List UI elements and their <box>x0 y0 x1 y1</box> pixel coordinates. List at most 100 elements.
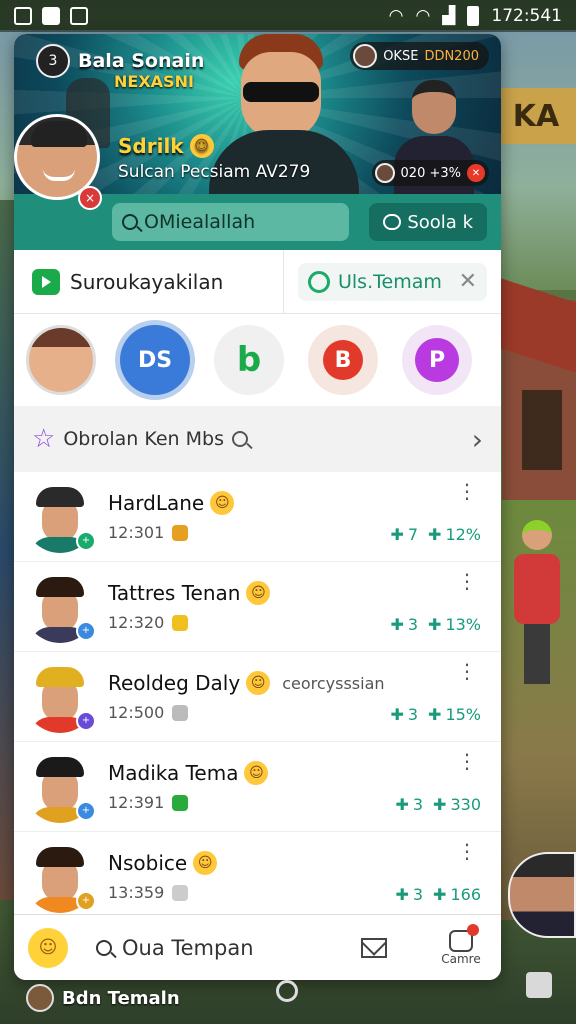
more-options-icon[interactable]: ⋮ <box>457 481 477 501</box>
more-options-icon[interactable]: ⋮ <box>457 841 477 861</box>
stat-percent: 330 <box>450 795 481 814</box>
chat-time: 13:359 <box>108 883 165 902</box>
tab-uls-temam[interactable]: Uls.Temam ✕ <box>298 262 487 301</box>
story-red-b[interactable]: B <box>308 325 378 395</box>
story-avatar-photo[interactable] <box>26 325 96 395</box>
image-icon <box>42 7 60 25</box>
puzzle-icon[interactable] <box>526 972 552 998</box>
mail-icon[interactable] <box>361 937 387 958</box>
chat-app-panel: 3 Bala Sonain NEXASNI OKSE DDN200 Sdrilk… <box>14 34 501 980</box>
chat-avatar[interactable]: + <box>24 841 96 913</box>
banner-caption: Sulcan Pecsiam AV279 <box>118 162 311 182</box>
stat-percent: 166 <box>450 885 481 904</box>
social-button[interactable]: Soola k <box>369 203 487 241</box>
more-options-icon[interactable]: ⋮ <box>457 751 477 771</box>
background-house <box>492 275 576 500</box>
chip-text: OKSE <box>383 48 419 64</box>
reaction-icon <box>172 884 189 901</box>
more-options-icon[interactable]: ⋮ <box>457 571 477 591</box>
stories-row: DS b B P <box>14 314 501 406</box>
wifi-secondary-icon: ◠ <box>415 6 431 26</box>
section-header[interactable]: ☆ Obrolan Ken Mbs › <box>14 406 501 472</box>
chat-avatar[interactable]: + <box>24 481 96 553</box>
thumb-icon: ✚ <box>428 525 442 544</box>
banner-small-avatar[interactable]: 3 <box>36 44 70 78</box>
tab-left-label: Suroukayakilan <box>70 269 224 294</box>
story-p[interactable]: P <box>402 325 472 395</box>
thumb-icon: ✚ <box>433 885 447 904</box>
story-b[interactable]: b <box>214 325 284 395</box>
chat-row[interactable]: + Reoldeg Daly ☺ ceorcysssian 12:500 ⋮ ✚… <box>14 652 501 742</box>
stat-count: 3 <box>407 615 419 634</box>
user-avatar[interactable]: ☺ <box>28 927 68 968</box>
thumb-icon: ✚ <box>390 705 404 724</box>
status-bar: ◠ ◠ ▟ 172:541 <box>0 0 576 32</box>
banner-top-chip[interactable]: OKSE DDN200 <box>350 42 489 70</box>
background-player <box>514 520 560 690</box>
chat-row[interactable]: + Madika Tema ☺ 12:391 ⋮ ✚ 3 ✚ 330 <box>14 742 501 832</box>
chat-time: 12:391 <box>108 793 165 812</box>
app-notification-icon <box>70 7 88 25</box>
close-icon[interactable]: ✕ <box>459 269 477 294</box>
chat-stats: ✚ 3 ✚ 166 <box>395 885 481 904</box>
chat-name: Reoldeg Daly <box>108 671 241 695</box>
search-icon[interactable] <box>232 431 248 447</box>
tab-suroukayakilan[interactable]: Suroukayakilan <box>14 250 284 313</box>
camera-icon <box>449 923 479 952</box>
chevron-right-icon[interactable]: › <box>472 423 483 456</box>
notification-icon <box>14 7 32 25</box>
chat-avatar[interactable]: + <box>24 661 96 733</box>
stat-count: 3 <box>412 795 424 814</box>
thumb-icon: ✚ <box>395 885 409 904</box>
story-ds[interactable]: DS <box>120 325 190 395</box>
stat-chip-close-icon[interactable]: ✕ <box>467 164 485 182</box>
thumb-icon: ✚ <box>390 525 404 544</box>
chat-name: HardLane <box>108 491 205 515</box>
bottom-search[interactable]: Oua Tempan <box>82 936 347 960</box>
stat-percent: 13% <box>445 615 481 634</box>
profile-avatar[interactable]: × <box>14 114 102 214</box>
camera-button[interactable]: Camre <box>435 923 487 966</box>
chat-row[interactable]: + HardLane ☺ 12:301 ⋮ ✚ 7 ✚ 12% <box>14 472 501 562</box>
chip-highlight: DDN200 <box>424 48 479 64</box>
clock: 172:541 <box>491 6 562 26</box>
emoji-icon: ☺ <box>246 671 271 695</box>
chat-list: + HardLane ☺ 12:301 ⋮ ✚ 7 ✚ 12% + Tattre… <box>14 472 501 922</box>
social-button-label: Soola k <box>407 211 473 233</box>
search-icon <box>122 214 138 230</box>
home-button[interactable] <box>276 980 298 1002</box>
chat-name: Nsobice <box>108 851 188 875</box>
star-icon: ☆ <box>32 424 56 454</box>
emoji-icon: ☺ <box>210 491 235 515</box>
avatar-remove-badge[interactable]: × <box>78 186 102 210</box>
chat-avatar[interactable]: + <box>24 751 96 823</box>
profile-search-field[interactable]: OMiealallah <box>112 203 350 241</box>
signal-icon: ▟ <box>442 6 456 26</box>
chat-ring-icon <box>308 270 330 293</box>
story-purple-label: P <box>415 338 459 382</box>
chat-time: 12:320 <box>108 613 165 632</box>
thumb-icon: ✚ <box>390 615 404 634</box>
chat-time: 12:301 <box>108 523 165 542</box>
chat-stats: ✚ 3 ✚ 330 <box>395 795 481 814</box>
battery-icon <box>467 6 480 26</box>
stat-percent: 15% <box>445 705 481 724</box>
banner-stat-chip[interactable]: 020 +3% ✕ <box>371 160 489 186</box>
status-badge: + <box>76 530 96 551</box>
camera-label: Camre <box>441 951 481 966</box>
background-bottom-label: Bdn Temaln <box>26 984 180 1012</box>
section-label: Obrolan Ken Mbs <box>63 428 224 450</box>
chat-row[interactable]: + Tattres Tenan ☺ 12:320 ⋮ ✚ 3 ✚ 13% <box>14 562 501 652</box>
search-icon <box>96 939 112 956</box>
thumb-icon: ✚ <box>395 795 409 814</box>
emoji-icon: ☺ <box>193 851 218 875</box>
stat-count: 3 <box>407 705 419 724</box>
chat-row[interactable]: + Nsobice ☺ 13:359 ⋮ ✚ 3 ✚ 166 <box>14 832 501 922</box>
stat-percent: 12% <box>445 525 481 544</box>
chat-extra: ceorcysssian <box>282 673 385 693</box>
bottom-search-label: Oua Tempan <box>122 935 254 960</box>
chat-avatar[interactable]: + <box>24 571 96 643</box>
floating-avatar[interactable] <box>508 852 576 938</box>
more-options-icon[interactable]: ⋮ <box>457 661 477 681</box>
status-badge: + <box>76 620 96 641</box>
